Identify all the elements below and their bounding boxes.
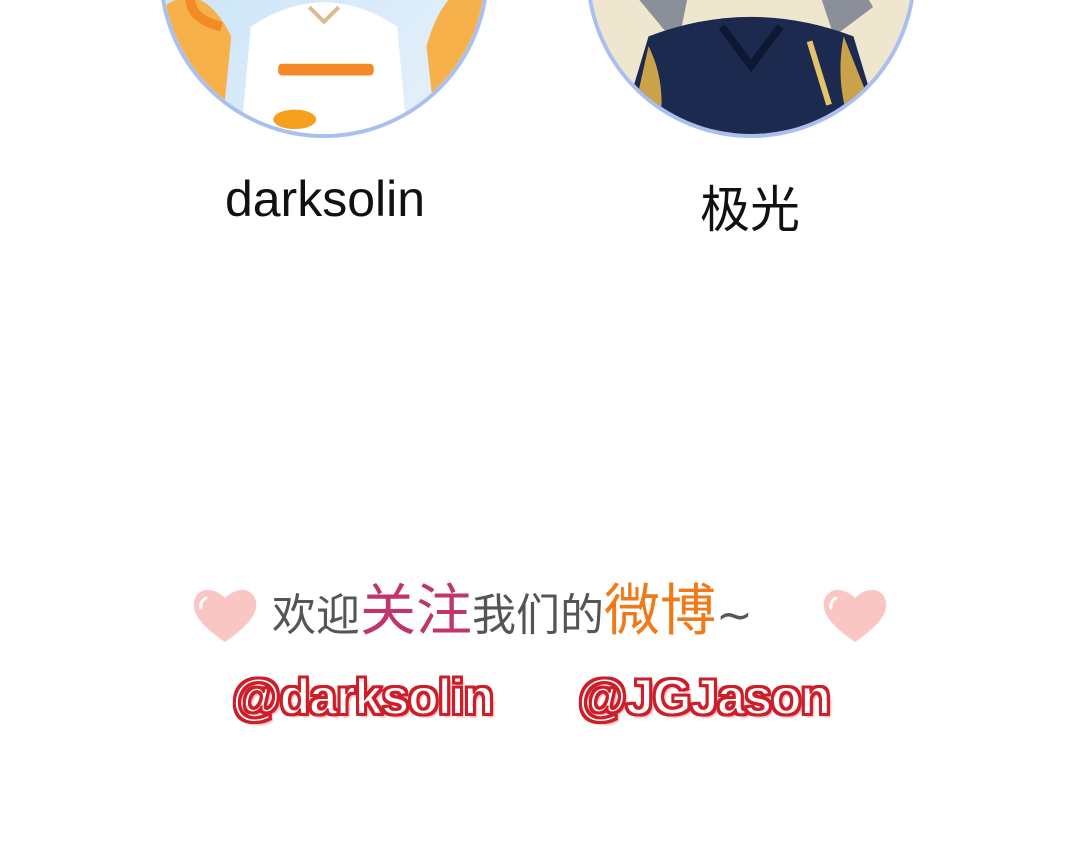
welcome-follow: 关注 — [360, 579, 472, 644]
avatar-darksolin — [159, 0, 489, 138]
heart-icon — [822, 586, 888, 644]
author-name-jiguang: 极光 — [700, 182, 800, 238]
avatar-jiguang — [586, 0, 916, 138]
heart-icon — [192, 586, 258, 644]
welcome-weibo: 微博 — [604, 579, 716, 644]
welcome-message: 欢迎关注我们的微博~ — [272, 580, 812, 644]
anime-girl-avatar-icon — [163, 0, 485, 134]
welcome-suffix: ~ — [716, 590, 753, 641]
welcome-prefix: 欢迎 — [272, 590, 360, 641]
weibo-handle-jgjason[interactable]: @JGJason — [577, 668, 832, 726]
author-name-darksolin: darksolin — [224, 171, 426, 227]
weibo-handle-darksolin[interactable]: @darksolin — [231, 668, 495, 726]
welcome-middle: 我们的 — [472, 590, 604, 641]
anime-boy-avatar-icon — [590, 0, 912, 134]
